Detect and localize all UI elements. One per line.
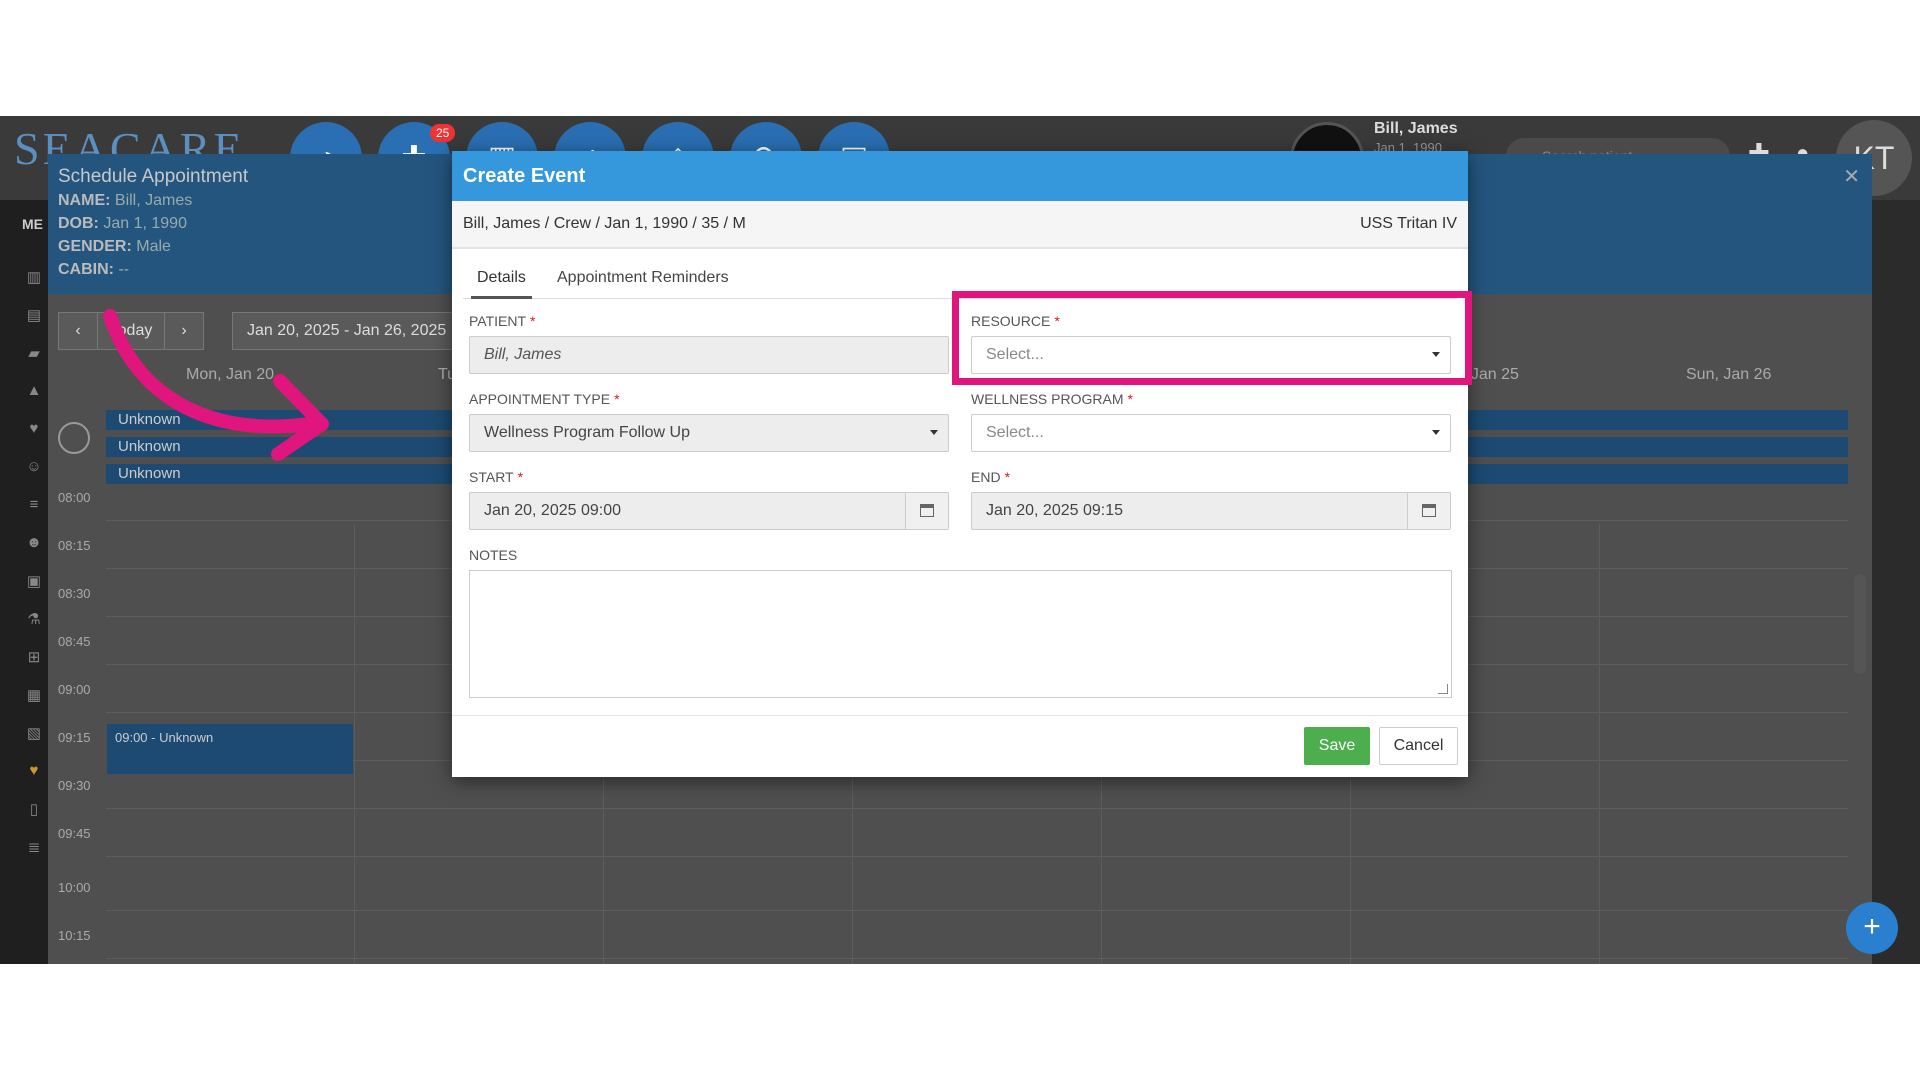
time-label: 10:00 [58,880,91,895]
time-label: 08:30 [58,586,91,601]
end-label: END * [971,469,1011,485]
tab-details[interactable]: Details [471,263,532,299]
warning-icon[interactable]: ▲ [24,382,44,399]
flask-icon[interactable]: ⚗ [24,610,44,628]
calendar-icon [920,504,934,517]
smile-icon[interactable]: ☺ [24,458,44,475]
grid-line [106,910,1848,911]
end-calendar-button[interactable] [1407,493,1450,529]
header-patient-name: Bill, James [1374,120,1458,137]
patient-label: PATIENT * [469,313,536,329]
notes-textarea[interactable] [469,570,1452,698]
app-window: SEACARE ◔ ✚ 25 ▦ ➜ ◈ ⟳ ▤ Bill, James Jan… [0,116,1920,964]
image-icon[interactable]: ▧ [24,724,44,742]
time-label: 08:15 [58,538,91,553]
wellness-program-label: WELLNESS PROGRAM * [971,391,1133,407]
create-event-dialog: Create Event Bill, James / Crew / Jan 1,… [452,151,1468,777]
prev-week-button[interactable]: ‹ [58,312,98,350]
dialog-title: Create Event [452,151,1468,201]
patient-summary-bar: Bill, James / Crew / Jan 1, 1990 / 35 / … [452,201,1468,249]
end-datetime-input[interactable]: Jan 20, 2025 09:15 [971,492,1451,530]
folder-icon[interactable]: ▰ [24,344,44,362]
dialog-footer-divider [452,715,1468,716]
patient-field: Bill, James [469,336,949,374]
close-icon[interactable]: ✕ [1843,164,1860,189]
grid-line [106,856,1848,857]
plus-box-icon[interactable]: ⊞ [24,648,44,666]
time-label: 10:15 [58,928,91,943]
calendar-event[interactable]: 09:00 - Unknown [107,724,353,774]
info-cabin: CABIN: -- [58,261,130,278]
chevron-down-icon [930,430,938,435]
time-label: 08:45 [58,634,91,649]
calendar-scrollbar[interactable] [1854,574,1866,674]
heart-icon[interactable]: ♥ [24,420,44,437]
start-label: START * [469,469,524,485]
day-header: Sun, Jan 26 [1686,366,1772,383]
face-icon[interactable]: ☻ [24,534,44,551]
time-label: 09:45 [58,826,91,841]
sort-icon[interactable]: ≡ [24,496,44,513]
sidebar-menu-label: ME [22,216,43,232]
patient-summary: Bill, James / Crew / Jan 1, 1990 / 35 / … [463,215,746,232]
chart-icon[interactable]: ▥ [24,268,44,286]
cancel-button[interactable]: Cancel [1379,727,1458,765]
clock-icon [58,422,90,454]
start-datetime-input[interactable]: Jan 20, 2025 09:00 [469,492,949,530]
document-icon[interactable]: ▦ [24,686,44,704]
notes-label: NOTES [469,547,518,563]
briefcase-icon[interactable]: ▣ [24,572,44,590]
time-label: 09:30 [58,778,91,793]
wellness-program-select[interactable]: Select... [971,414,1451,452]
grid-line [106,958,1848,959]
time-label: 08:00 [58,490,91,505]
schedule-title: Schedule Appointment [58,166,249,187]
day-column-divider [1599,524,1600,964]
resize-handle-icon[interactable] [1438,684,1448,694]
notification-badge: 25 [430,124,456,142]
sort-list-icon[interactable]: ≣ [24,838,44,856]
start-calendar-button[interactable] [905,493,948,529]
time-label: 09:00 [58,682,91,697]
day-column-divider [354,524,355,964]
grid-line [106,808,1848,809]
tab-appointment-reminders[interactable]: Appointment Reminders [557,263,729,299]
annotation-arrow [103,309,329,461]
calendar-icon [1422,504,1436,517]
info-dob: DOB: Jan 1, 1990 [58,215,187,232]
resource-highlight-box [952,291,1472,385]
vessel-name: USS Tritan IV [1360,215,1457,232]
list-icon[interactable]: ▤ [24,306,44,324]
save-button[interactable]: Save [1304,727,1370,765]
time-label: 09:15 [58,730,91,745]
appointment-type-label: APPOINTMENT TYPE * [469,391,620,407]
file-icon[interactable]: ▯ [24,800,44,818]
info-name: NAME: Bill, James [58,192,193,209]
appointment-type-select[interactable]: Wellness Program Follow Up [469,414,949,452]
info-gender: GENDER: Male [58,238,171,255]
add-event-fab[interactable]: + [1846,902,1898,954]
heart-active-icon[interactable]: ♥ [24,762,44,779]
chevron-down-icon [1432,430,1440,435]
